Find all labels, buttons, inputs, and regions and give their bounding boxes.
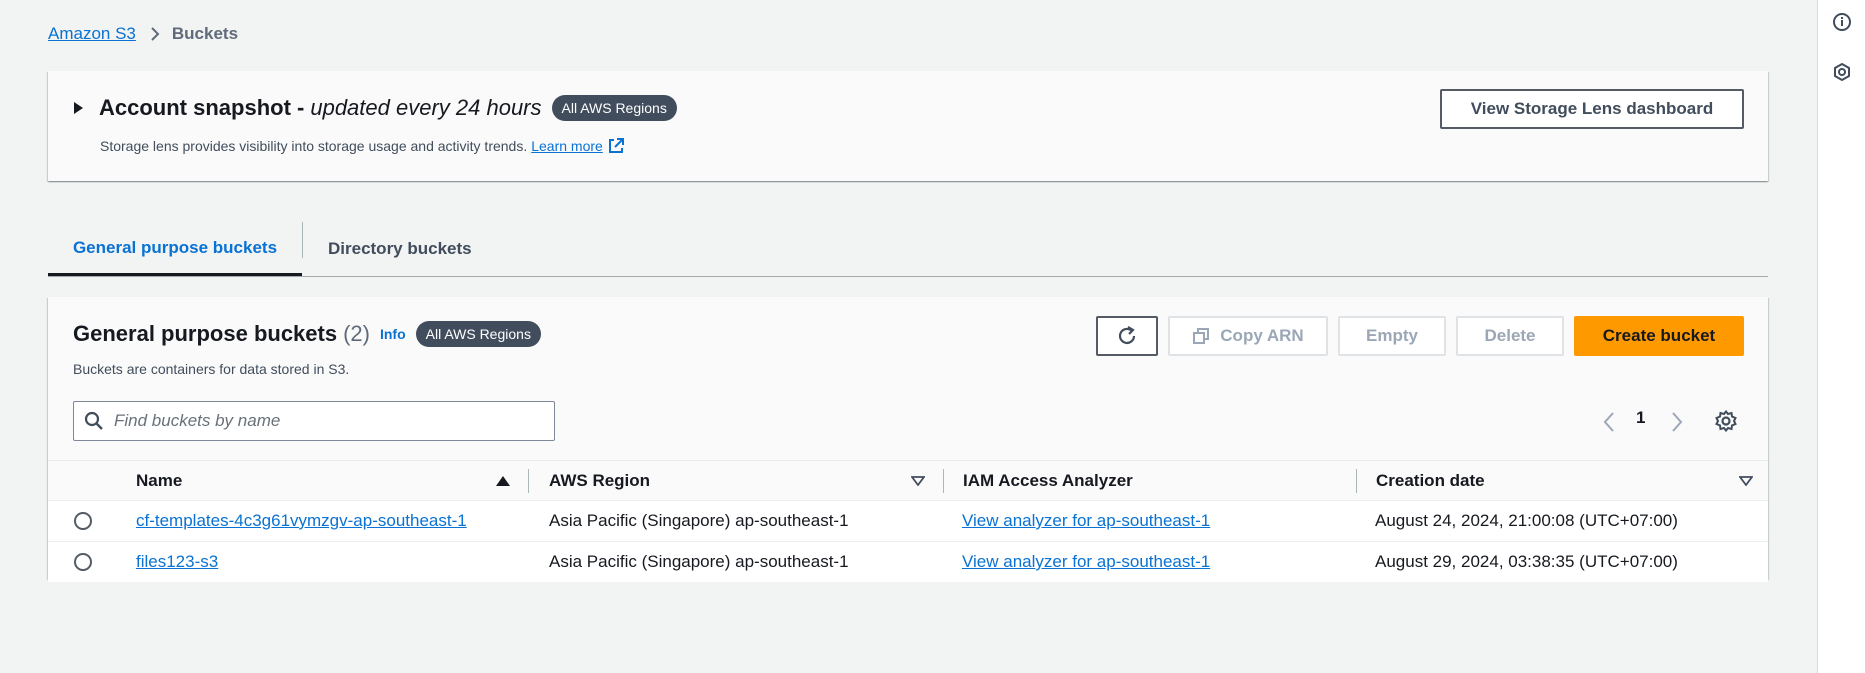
buckets-title: General purpose buckets <box>73 321 338 346</box>
breadcrumb-amazon-s3[interactable]: Amazon S3 <box>48 24 136 44</box>
copy-icon <box>1192 327 1210 345</box>
refresh-button[interactable] <box>1096 316 1158 356</box>
column-header-creation-date[interactable]: Creation date <box>1376 461 1485 500</box>
row-radio[interactable] <box>74 553 92 571</box>
refresh-icon <box>1116 325 1138 347</box>
all-regions-badge: All AWS Regions <box>415 321 541 347</box>
account-snapshot-panel: Account snapshot - updated every 24 hour… <box>48 71 1768 181</box>
tab-divider <box>302 222 303 258</box>
snapshot-description-row: Storage lens provides visibility into st… <box>100 137 625 155</box>
buckets-table: Name AWS Region IAM Access Analyzer Crea… <box>48 460 1768 582</box>
table-header: Name AWS Region IAM Access Analyzer Crea… <box>48 460 1768 501</box>
snapshot-title: Account snapshot - <box>99 95 305 120</box>
column-resizer[interactable] <box>943 469 944 493</box>
create-bucket-button[interactable]: Create bucket <box>1574 316 1744 356</box>
buckets-description: Buckets are containers for data stored i… <box>73 361 350 377</box>
delete-button[interactable]: Delete <box>1456 316 1564 356</box>
bucket-name-link[interactable]: files123-s3 <box>136 542 218 582</box>
snapshot-subtitle: updated every 24 hours <box>310 95 542 120</box>
table-row[interactable]: files123-s3 Asia Pacific (Singapore) ap-… <box>48 542 1768 582</box>
right-utility-bar <box>1817 0 1865 673</box>
sort-down-icon[interactable] <box>911 461 925 500</box>
row-radio[interactable] <box>74 512 92 530</box>
column-resizer[interactable] <box>1356 469 1357 493</box>
bucket-type-tabs: General purpose buckets Directory bucket… <box>48 222 1768 277</box>
table-row[interactable]: cf-templates-4c3g61vymzgv-ap-southeast-1… <box>48 501 1768 542</box>
tab-directory-buckets[interactable]: Directory buckets <box>328 222 472 275</box>
breadcrumb-current: Buckets <box>171 24 239 43</box>
view-storage-lens-button[interactable]: View Storage Lens dashboard <box>1440 89 1744 129</box>
buckets-header: General purpose buckets (2) Info All AWS… <box>73 321 541 347</box>
analyzer-link[interactable]: View analyzer for ap-southeast-1 <box>962 542 1210 582</box>
search-box <box>73 401 555 441</box>
info-icon[interactable] <box>1832 12 1852 32</box>
tab-general-purpose-buckets[interactable]: General purpose buckets <box>48 222 302 276</box>
bucket-creation-date: August 29, 2024, 03:38:35 (UTC+07:00) <box>1375 552 1678 571</box>
gear-icon[interactable] <box>1714 409 1738 433</box>
copy-arn-button[interactable]: Copy ARN <box>1168 316 1328 356</box>
sort-up-icon[interactable] <box>496 461 510 500</box>
buckets-count: (2) <box>343 321 370 346</box>
buckets-panel: General purpose buckets (2) Info All AWS… <box>48 297 1768 582</box>
chevron-right-icon <box>150 26 160 42</box>
external-link-icon[interactable] <box>607 137 625 155</box>
snapshot-header: Account snapshot - updated every 24 hour… <box>74 95 677 121</box>
learn-more-link[interactable]: Learn more <box>531 138 603 154</box>
sort-down-icon[interactable] <box>1739 461 1753 500</box>
chevron-right-icon[interactable] <box>1670 411 1684 433</box>
empty-button[interactable]: Empty <box>1338 316 1446 356</box>
copy-arn-label: Copy ARN <box>1220 326 1304 345</box>
bucket-creation-date: August 24, 2024, 21:00:08 (UTC+07:00) <box>1375 511 1678 530</box>
search-icon <box>84 411 104 431</box>
column-header-region[interactable]: AWS Region <box>549 461 650 500</box>
column-header-iam-analyzer[interactable]: IAM Access Analyzer <box>963 461 1133 500</box>
find-buckets-input[interactable] <box>112 410 546 432</box>
lens-icon[interactable] <box>1832 62 1852 82</box>
breadcrumb: Amazon S3 Buckets <box>48 24 238 44</box>
column-header-name[interactable]: Name <box>136 461 182 500</box>
snapshot-description: Storage lens provides visibility into st… <box>100 138 528 154</box>
bucket-region: Asia Pacific (Singapore) ap-southeast-1 <box>549 511 849 530</box>
chevron-left-icon[interactable] <box>1602 411 1616 433</box>
bucket-region: Asia Pacific (Singapore) ap-southeast-1 <box>549 552 849 571</box>
main-content: Amazon S3 Buckets Account snapshot - upd… <box>0 0 1817 673</box>
page-number[interactable]: 1 <box>1636 408 1645 428</box>
info-link[interactable]: Info <box>380 326 406 342</box>
bucket-name-link[interactable]: cf-templates-4c3g61vymzgv-ap-southeast-1 <box>136 501 467 541</box>
column-resizer[interactable] <box>528 469 529 493</box>
analyzer-link[interactable]: View analyzer for ap-southeast-1 <box>962 501 1210 541</box>
all-regions-badge: All AWS Regions <box>551 95 677 121</box>
caret-right-icon[interactable] <box>74 102 83 114</box>
